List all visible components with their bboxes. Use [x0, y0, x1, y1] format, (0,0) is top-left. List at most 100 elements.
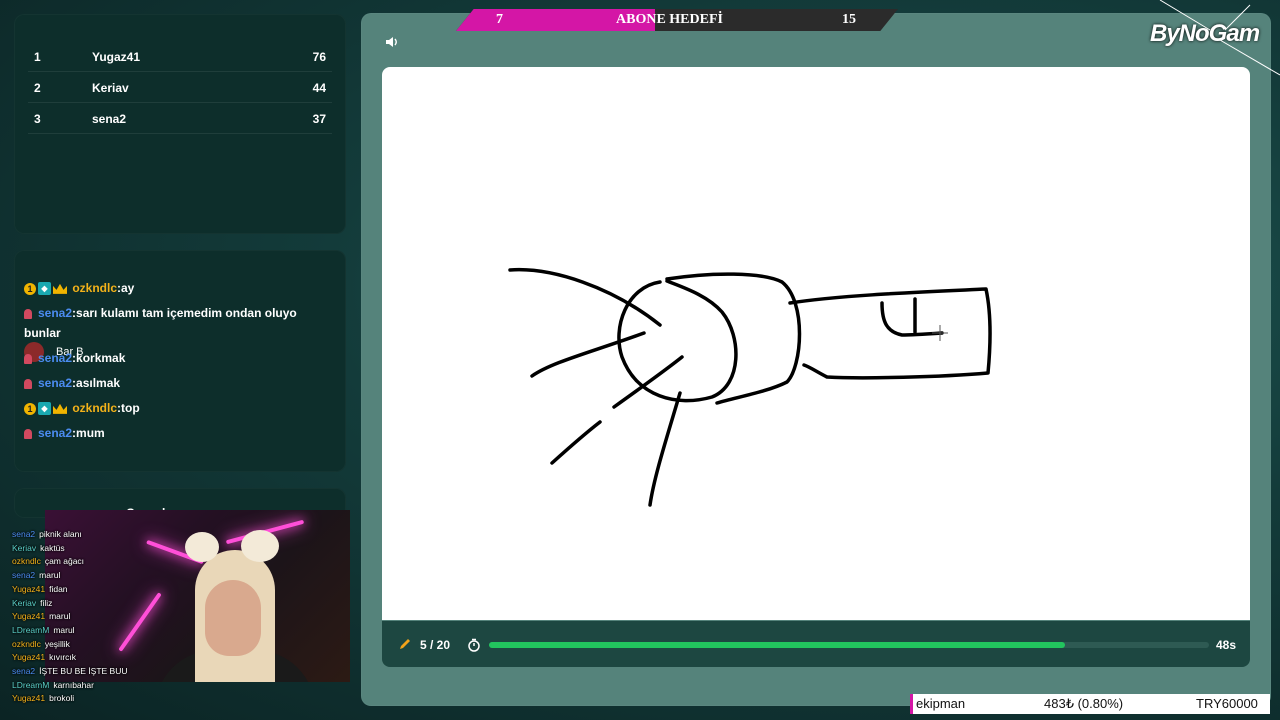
guess-log-line: sena2 piknik alanı [12, 529, 82, 539]
guess-username: Yugaz41 [12, 583, 46, 594]
guess-log-line: sena2 İŞTE BU BE İŞTE BUU [12, 666, 128, 676]
chat-text: :mum [72, 426, 105, 440]
guess-log-line: Yugaz41 brokoli [12, 693, 74, 703]
chat-username: sena2 [38, 306, 73, 320]
guess-log-line: Yugaz41 fidan [12, 584, 68, 594]
timer-progress-fill [489, 642, 1065, 648]
leaderboard-rank: 2 [34, 81, 41, 95]
leaderboard-score: 44 [312, 81, 326, 95]
subscriber-goal-bar: 7 ABONE HEDEFİ 15 [456, 9, 898, 31]
chat-username: ozkndlc [72, 401, 118, 415]
guess-word: marul [53, 624, 75, 635]
chat-message: sena2:korkmak [24, 348, 324, 368]
crown-icon [53, 403, 67, 414]
guess-log-line: Keriav filiz [12, 598, 52, 608]
game-controls: 5 / 20 48s [382, 621, 1250, 667]
chat-text: :asılmak [72, 376, 121, 390]
ticker-item: ekipman [916, 696, 966, 711]
pawn-icon [24, 353, 32, 364]
leaderboard-row: 2 Keriav 44 [14, 73, 346, 103]
guess-log-line: ozkndlc yeşillik [12, 639, 70, 649]
guess-word: karnıbahar [53, 679, 94, 690]
guess-username: Yugaz41 [12, 693, 46, 704]
ticker-change: 483₺ (0.80%) [1044, 696, 1124, 711]
leaderboard-name: sena2 [92, 112, 127, 126]
chat-message: sena2:sarı kulamı tam içemedim ondan olu… [24, 303, 324, 343]
guess-word: filiz [40, 597, 53, 608]
goal-target: 15 [842, 12, 856, 27]
price-ticker: ekipman 483₺ (0.80%) TRY60000 [910, 694, 1270, 714]
guess-log-line: Yugaz41 marul [12, 611, 70, 621]
guess-word: piknik alanı [39, 529, 82, 539]
sub-badge-icon: 1 [24, 402, 36, 415]
chat-text: :ay [117, 281, 135, 295]
guess-log-line: Yugaz41 kıvırcık [12, 652, 76, 662]
drawing-canvas[interactable] [382, 67, 1250, 620]
pawn-icon [24, 308, 32, 319]
guess-word: marul [49, 611, 71, 622]
chat-message: sena2:mum [24, 423, 324, 443]
webcam-feed [45, 510, 350, 682]
leaderboard-panel: 1 Yugaz41 76 2 Keriav 44 3 sena2 37 [14, 14, 346, 234]
guess-username: ozkndlc [12, 638, 41, 649]
chat-username: sena2 [38, 376, 73, 390]
chat-message: 1 ◆ ozkndlc:ay [24, 278, 324, 298]
timer-progress-track [489, 642, 1209, 648]
speaker-icon[interactable] [385, 35, 399, 49]
streamer-face [205, 580, 261, 656]
cat-ear-right [241, 530, 279, 562]
leaderboard-rank: 3 [34, 112, 41, 126]
guess-username: sena2 [12, 570, 36, 581]
cat-ear-left [185, 532, 219, 562]
guess-word: kıvırcık [49, 652, 77, 663]
leaderboard-rank: 1 [34, 50, 41, 64]
leaderboard-score: 76 [312, 50, 326, 64]
drawing [508, 267, 992, 507]
chat-message: sena2:asılmak [24, 373, 324, 393]
vip-badge-icon: ◆ [38, 282, 51, 296]
sub-badge-icon: 1 [24, 282, 36, 295]
logo-lines [1159, 0, 1280, 76]
guess-username: LDreamM [12, 679, 50, 690]
guess-word: fidan [49, 583, 68, 594]
drawing-stroke [508, 267, 662, 327]
leaderboard-row: 3 sena2 37 [14, 104, 346, 134]
goal-current: 7 [496, 12, 503, 27]
time-left: 48s [1215, 638, 1236, 652]
guess-word: yeşillik [44, 638, 70, 649]
guess-word: marul [39, 570, 61, 581]
guess-word: çam ağacı [44, 556, 85, 567]
pawn-icon [24, 378, 32, 389]
round-counter: 5 / 20 [420, 638, 451, 652]
ticker-price: TRY60000 [1196, 696, 1258, 711]
timer-icon [468, 638, 480, 652]
guess-username: Yugaz41 [12, 611, 46, 622]
leaderboard-score: 37 [312, 112, 326, 126]
guess-word: kaktüs [40, 542, 65, 553]
chat-username: sena2 [38, 351, 73, 365]
guess-username: ozkndlc [12, 556, 41, 567]
neon-light [118, 592, 162, 652]
guess-log-line: LDreamM karnıbahar [12, 680, 94, 690]
guess-username: LDreamM [12, 624, 50, 635]
leaderboard-row: 1 Yugaz41 76 [14, 42, 346, 72]
chat-username: sena2 [38, 426, 73, 440]
guess-word: İŞTE BU BE İŞTE BUU [39, 666, 128, 676]
pawn-icon [24, 428, 32, 439]
guess-log-line: ozkndlc çam ağacı [12, 556, 84, 566]
chat-text: :top [117, 401, 140, 415]
guess-username: sena2 [12, 666, 36, 676]
guess-log-line: Keriav kaktüs [12, 543, 65, 553]
guess-username: Keriav [12, 542, 37, 553]
goal-label: ABONE HEDEFİ [616, 12, 723, 27]
guess-username: Yugaz41 [12, 652, 46, 663]
guess-username: sena2 [12, 529, 36, 539]
chat-message: 1 ◆ ozkndlc:top [24, 398, 324, 418]
guess-username: Keriav [12, 597, 37, 608]
drawing-stroke [880, 301, 944, 337]
leaderboard-name: Keriav [92, 81, 129, 95]
drawing-stroke [788, 287, 992, 380]
crosshair-icon [932, 325, 948, 341]
leaderboard-name: Yugaz41 [92, 50, 141, 64]
chat-panel: 1 ◆ ozkndlc:ay sena2:sarı kulamı tam içem… [14, 250, 346, 472]
